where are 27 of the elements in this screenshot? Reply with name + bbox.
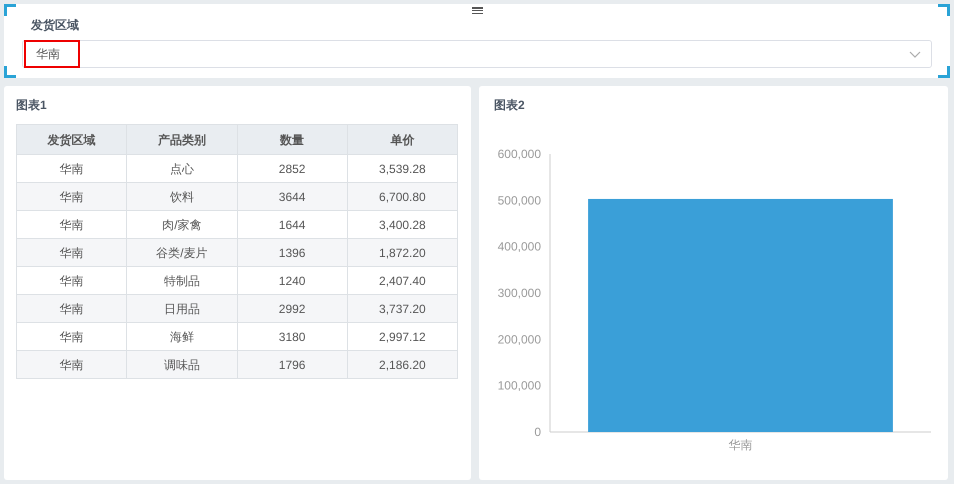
region-select[interactable]: 华南 [22, 40, 932, 68]
corner-handle-icon[interactable] [938, 4, 950, 16]
table-cell: 调味品 [126, 350, 237, 378]
y-tick-label: 200,000 [498, 332, 541, 346]
corner-handle-icon[interactable] [4, 66, 16, 78]
panel-title: 图表1 [16, 97, 48, 114]
column-header: 数量 [237, 124, 348, 154]
y-tick-label: 100,000 [498, 378, 541, 393]
y-tick-label: 500,000 [498, 193, 541, 208]
selected-value-highlight: 华南 [24, 40, 80, 68]
corner-handle-icon[interactable] [938, 66, 950, 78]
column-header: 发货区域 [16, 124, 127, 154]
table-cell: 华南 [16, 350, 127, 378]
y-tick-label: 0 [534, 425, 541, 439]
filter-label: 发货区域 [30, 17, 80, 34]
panel-title: 图表2 [493, 97, 526, 114]
y-tick-label: 400,000 [498, 240, 541, 254]
column-header: 单价 [347, 124, 458, 154]
column-header: 产品类别 [126, 124, 237, 154]
table-cell: 2,186.20 [347, 350, 458, 378]
y-tick-label: 300,000 [498, 286, 541, 300]
drag-handle-icon[interactable] [472, 7, 483, 14]
chevron-down-icon [909, 50, 921, 58]
y-tick-label: 600,000 [498, 147, 541, 161]
table-cell: 1796 [237, 350, 348, 378]
x-tick-label: 华南 [728, 438, 752, 452]
corner-handle-icon[interactable] [4, 4, 16, 16]
